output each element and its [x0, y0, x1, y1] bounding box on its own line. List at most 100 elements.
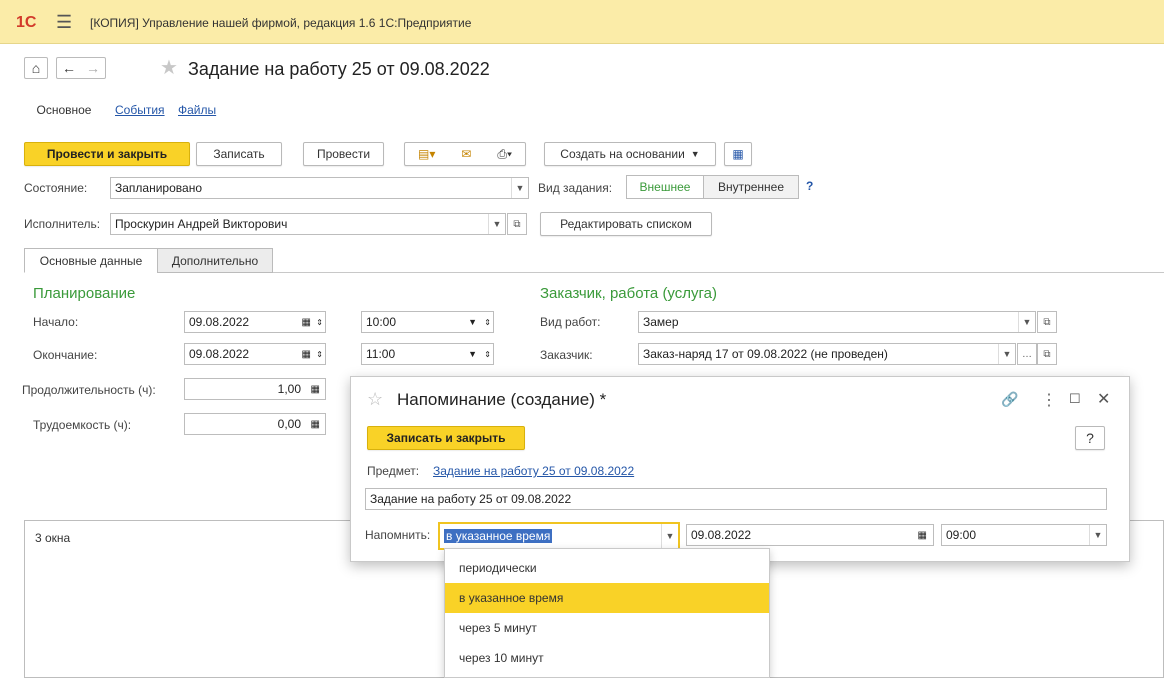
start-label: Начало:: [33, 315, 79, 329]
duration-value: 1,00: [277, 382, 301, 396]
open-icon[interactable]: ⧉: [507, 213, 527, 235]
structure-icon[interactable]: ▦: [724, 142, 752, 166]
create-based-on-label: Создать на основании: [560, 147, 685, 161]
tab-files[interactable]: Файлы: [178, 103, 216, 117]
end-date-field[interactable]: 09.08.2022 ▦ ⇕: [184, 343, 326, 365]
tab-additional[interactable]: Дополнительно: [157, 248, 273, 273]
stepper-icon[interactable]: ⇕: [316, 350, 323, 359]
end-date-value: 09.08.2022: [189, 347, 250, 361]
app-logo: 1С: [16, 14, 37, 31]
dropdown-option[interactable]: периодически: [445, 553, 769, 583]
help-icon[interactable]: ?: [806, 179, 813, 193]
remind-date-field[interactable]: 09.08.2022 ▦: [686, 524, 934, 546]
dropdown-option[interactable]: через 10 минут: [445, 643, 769, 673]
labor-field[interactable]: 0,00 ▦: [184, 413, 326, 435]
labor-value: 0,00: [277, 417, 301, 431]
close-icon[interactable]: ✕: [1097, 389, 1110, 409]
customer-label: Заказчик:: [540, 348, 593, 362]
chevron-down-icon[interactable]: ▼: [1018, 312, 1035, 332]
customer-section-title: Заказчик, работа (услуга): [540, 285, 717, 302]
help-button[interactable]: ?: [1075, 426, 1105, 450]
task-kind-label: Вид задания:: [538, 181, 613, 195]
home-icon[interactable]: ⌂: [24, 57, 48, 79]
chevron-down-icon[interactable]: ▼: [1089, 525, 1106, 545]
end-time-field[interactable]: 11:00 ▼ ⇕: [361, 343, 494, 365]
chevron-down-icon[interactable]: ▼: [468, 349, 477, 359]
planning-section-title: Планирование: [33, 285, 136, 302]
tab-main[interactable]: Основное: [24, 99, 104, 121]
back-arrow-icon[interactable]: ←: [62, 60, 76, 76]
chevron-down-icon[interactable]: ▼: [468, 317, 477, 327]
more-icon[interactable]: …: [1017, 343, 1037, 365]
calendar-icon[interactable]: ▦: [918, 530, 927, 541]
tab-main-data[interactable]: Основные данные: [24, 248, 158, 273]
work-kind-select[interactable]: Замер ▼: [638, 311, 1036, 333]
stepper-icon[interactable]: ⇕: [484, 350, 491, 359]
print-icon[interactable]: ⎙▾: [497, 147, 512, 162]
executor-label: Исполнитель:: [24, 217, 101, 231]
document-generate-icon[interactable]: ▤▾: [418, 147, 435, 161]
email-icon[interactable]: ✉: [461, 147, 471, 161]
calendar-icon[interactable]: ▦: [302, 317, 311, 328]
customer-select[interactable]: Заказ-наряд 17 от 09.08.2022 (не проведе…: [638, 343, 1016, 365]
save-and-close-button[interactable]: Записать и закрыть: [367, 426, 525, 450]
start-time-field[interactable]: 10:00 ▼ ⇕: [361, 311, 494, 333]
comment-value: 3 окна: [35, 531, 71, 545]
task-kind-external[interactable]: Внешнее: [626, 175, 704, 199]
executor-select[interactable]: Проскурин Андрей Викторович ▼: [110, 213, 506, 235]
window-title: [КОПИЯ] Управление нашей фирмой, редакци…: [90, 16, 472, 30]
remind-options-dropdown: периодически в указанное время через 5 м…: [444, 548, 770, 678]
remind-select[interactable]: в указанное время ▼: [438, 522, 680, 550]
start-date-value: 09.08.2022: [189, 315, 250, 329]
reminder-text-value: Задание на работу 25 от 09.08.2022: [370, 492, 572, 506]
chevron-down-icon[interactable]: ▼: [488, 214, 505, 234]
maximize-icon[interactable]: ☐: [1069, 391, 1081, 407]
start-date-field[interactable]: 09.08.2022 ▦ ⇕: [184, 311, 326, 333]
link-icon[interactable]: 🔗: [1001, 391, 1018, 408]
calculator-icon[interactable]: ▦: [311, 384, 320, 395]
reminder-text-field[interactable]: Задание на работу 25 от 09.08.2022: [365, 488, 1107, 510]
edit-list-button[interactable]: Редактировать списком: [540, 212, 712, 236]
work-kind-value: Замер: [643, 315, 679, 329]
favorite-star-icon[interactable]: ☆: [367, 389, 383, 410]
tab-events[interactable]: События: [115, 103, 165, 117]
duration-label: Продолжительность (ч):: [22, 383, 156, 397]
create-based-on-button[interactable]: Создать на основании ▼: [544, 142, 716, 166]
chevron-down-icon[interactable]: ▼: [998, 344, 1015, 364]
state-value: Запланировано: [115, 181, 202, 195]
remind-time-field[interactable]: 09:00 ▼: [941, 524, 1107, 546]
post-and-close-button[interactable]: Провести и закрыть: [24, 142, 190, 166]
subject-link[interactable]: Задание на работу 25 от 09.08.2022: [433, 464, 634, 478]
duration-field[interactable]: 1,00 ▦: [184, 378, 326, 400]
chevron-down-icon[interactable]: ▼: [511, 178, 528, 198]
end-time-value: 11:00: [366, 347, 396, 361]
start-time-value: 10:00: [366, 315, 397, 329]
dropdown-option[interactable]: через 5 минут: [445, 613, 769, 643]
hamburger-menu-icon[interactable]: ☰: [56, 12, 72, 33]
task-kind-internal[interactable]: Внутреннее: [703, 175, 799, 199]
remind-time-value: 09:00: [946, 528, 977, 542]
toolbar-icon-group: ▤▾ ✉ ⎙▾: [404, 142, 526, 166]
open-icon[interactable]: ⧉: [1037, 343, 1057, 365]
subject-label: Предмет:: [367, 464, 420, 478]
state-label: Состояние:: [24, 181, 88, 195]
stepper-icon[interactable]: ⇕: [484, 318, 491, 327]
remind-label: Напомнить:: [365, 528, 431, 542]
document-title: Задание на работу 25 от 09.08.2022: [188, 59, 490, 79]
stepper-icon[interactable]: ⇕: [316, 318, 323, 327]
calculator-icon[interactable]: ▦: [311, 419, 320, 430]
open-icon[interactable]: ⧉: [1037, 311, 1057, 333]
post-button[interactable]: Провести: [303, 142, 384, 166]
chevron-down-icon[interactable]: ▼: [661, 524, 678, 548]
history-nav[interactable]: ← →: [56, 57, 106, 79]
dialog-title: Напоминание (создание) *: [397, 390, 607, 409]
favorite-star-icon[interactable]: ★: [160, 55, 178, 80]
dropdown-option-selected[interactable]: в указанное время: [445, 583, 769, 613]
forward-arrow-icon[interactable]: →: [86, 60, 100, 76]
reminder-dialog: ☆ Напоминание (создание) * 🔗 ⋮ ☐ ✕ Запис…: [350, 376, 1130, 562]
save-button[interactable]: Записать: [196, 142, 282, 166]
more-vertical-icon[interactable]: ⋮: [1041, 390, 1057, 410]
calendar-icon[interactable]: ▦: [302, 349, 311, 360]
state-select[interactable]: Запланировано ▼: [110, 177, 529, 199]
chevron-down-icon: ▼: [690, 149, 700, 159]
